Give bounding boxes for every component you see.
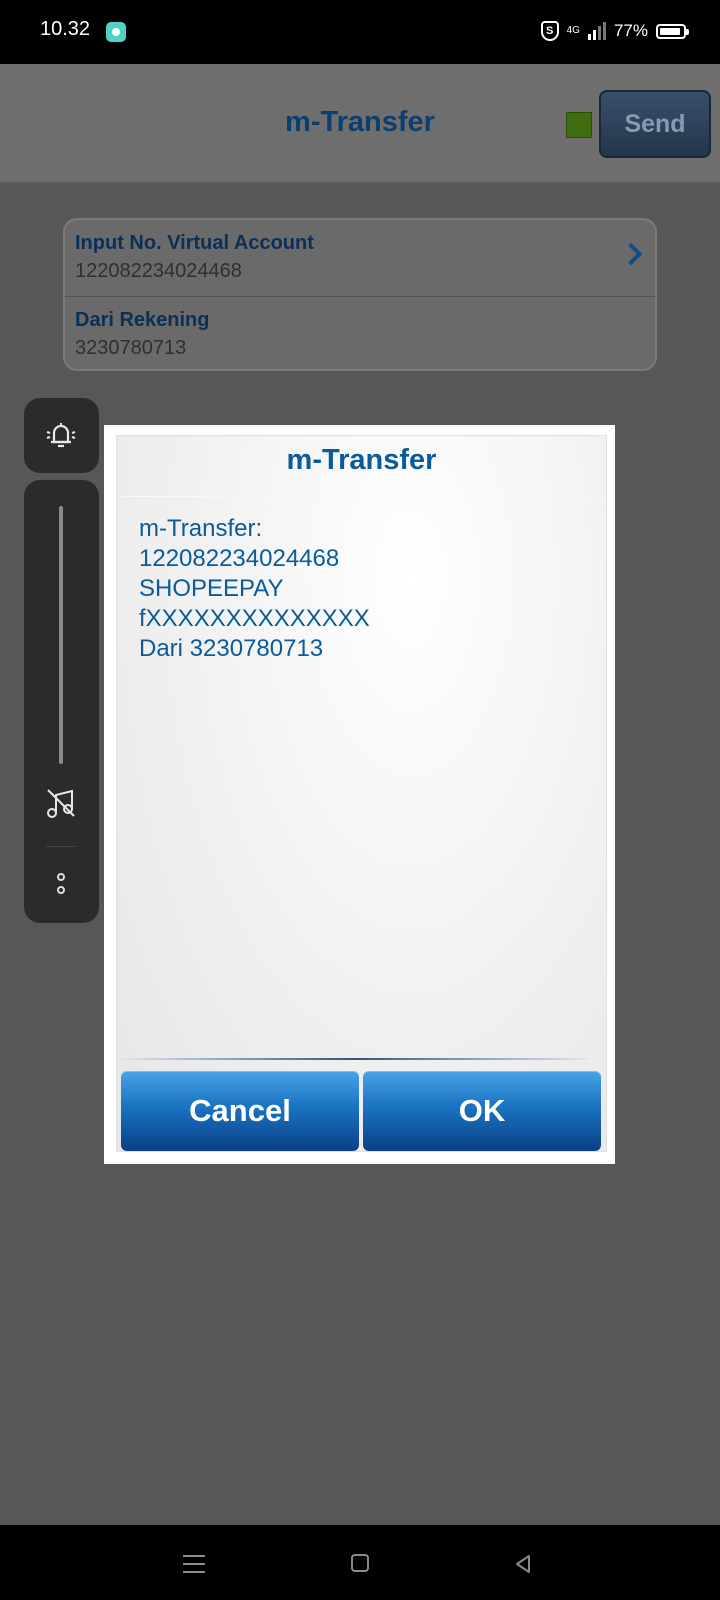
source-account-value: 3230780713 (75, 337, 187, 359)
cancel-button[interactable]: Cancel (121, 1071, 359, 1151)
dialog-separator (121, 496, 602, 497)
virtual-account-label: Input No. Virtual Account (75, 232, 314, 254)
network-type: 4G (566, 25, 580, 36)
ring-mode-button[interactable] (24, 398, 99, 473)
transfer-form: Input No. Virtual Account 12208223402446… (63, 218, 657, 371)
signal-icon (587, 22, 606, 40)
bell-icon (46, 423, 76, 448)
notification-app-icon (106, 22, 126, 42)
navigation-bar (0, 1525, 720, 1600)
shield-icon: S (540, 21, 559, 41)
volume-panel (24, 480, 99, 923)
panel-divider (46, 846, 76, 847)
dialog-line: SHOPEEPAY (139, 575, 284, 602)
dialog-line: fXXXXXXXXXXXXXX (139, 605, 370, 632)
status-time: 10.32 (40, 18, 91, 40)
send-button[interactable]: Send (599, 90, 711, 158)
virtual-account-row[interactable]: Input No. Virtual Account 12208223402446… (65, 220, 655, 297)
music-off-icon[interactable] (44, 786, 78, 820)
source-account-row[interactable]: Dari Rekening 3230780713 (65, 297, 655, 369)
status-icons: S 4G 77% (540, 18, 689, 44)
dialog-line: m-Transfer: (139, 515, 263, 542)
more-icon[interactable] (54, 873, 68, 903)
battery-percent: 77% (613, 21, 648, 40)
status-indicator (566, 112, 592, 138)
menu-icon[interactable] (183, 1555, 205, 1573)
status-bar: 10.32 S 4G 77% (0, 0, 720, 64)
ok-button[interactable]: OK (363, 1071, 601, 1151)
dialog-body: m-Transfer m-Transfer: 122082234024468 S… (116, 435, 607, 1152)
back-icon[interactable] (513, 1554, 533, 1574)
dialog-bottom-separator (121, 1058, 588, 1060)
dialog-title: m-Transfer (286, 444, 437, 476)
app-header: m-Transfer Send (0, 64, 720, 184)
home-icon[interactable] (351, 1554, 369, 1572)
dialog-line: Dari 3230780713 (139, 635, 324, 662)
dialog-message: m-Transfer: 122082234024468 SHOPEEPAY fX… (139, 514, 370, 664)
virtual-account-value: 122082234024468 (75, 260, 242, 282)
dialog-line: 122082234024468 (139, 545, 340, 572)
confirm-dialog: m-Transfer m-Transfer: 122082234024468 S… (104, 425, 615, 1164)
source-account-label: Dari Rekening (75, 309, 210, 331)
battery-icon (656, 23, 689, 39)
volume-slider[interactable] (59, 506, 63, 764)
chevron-right-icon (619, 242, 643, 266)
